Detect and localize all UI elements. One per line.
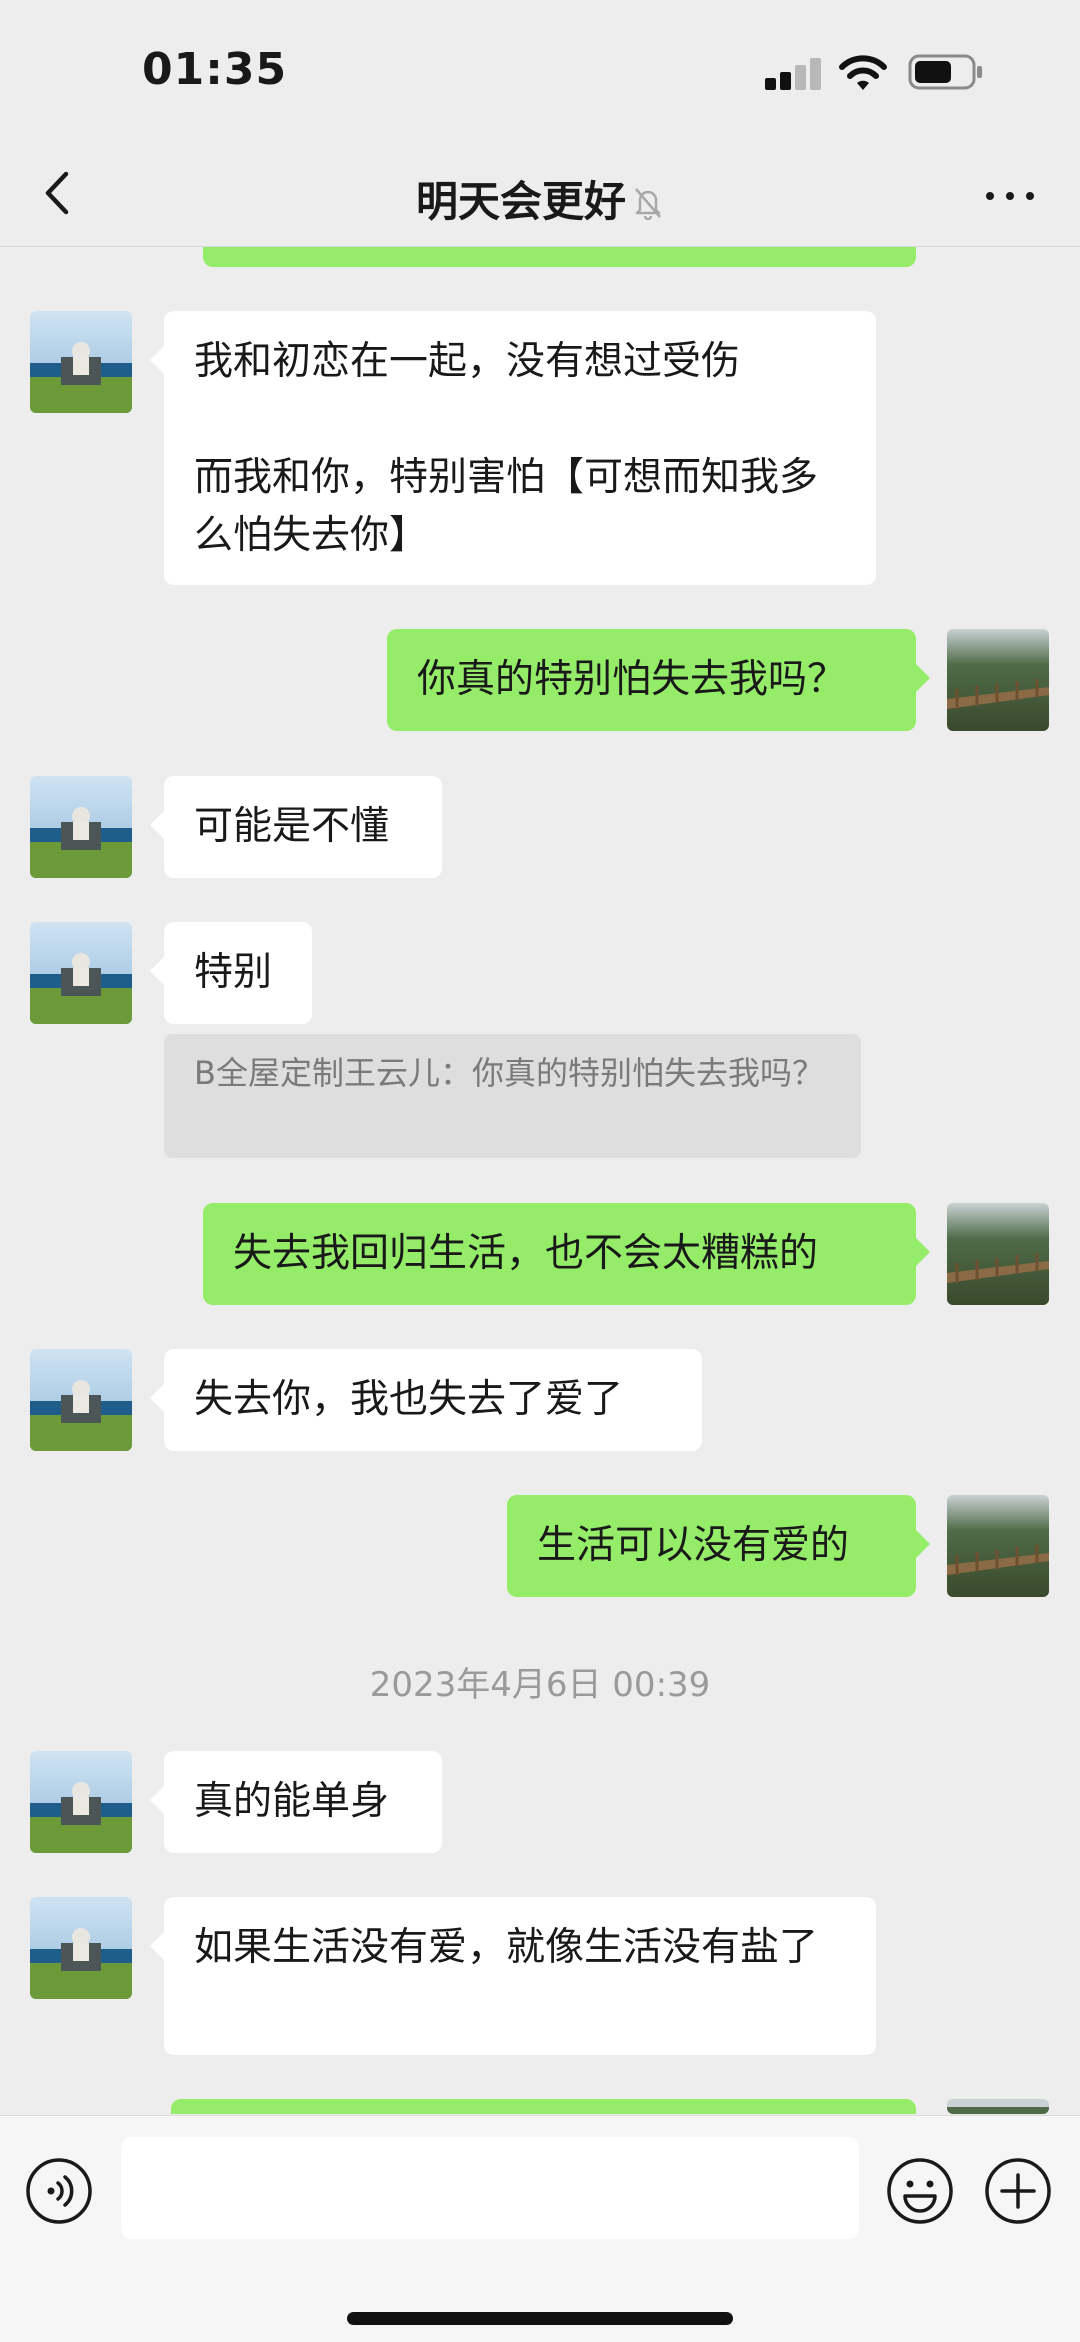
incoming-message[interactable]: 可能是不懂 xyxy=(150,776,442,878)
chat-title-wrap: 明天会更好 xyxy=(0,168,1080,229)
status-bar: 01:35 xyxy=(0,0,1080,140)
incoming-message[interactable]: 特别 xyxy=(150,922,312,1024)
my-avatar[interactable] xyxy=(947,1203,1049,1305)
battery-icon xyxy=(908,54,982,90)
chat-header: 明天会更好 xyxy=(0,140,1080,247)
status-time: 01:35 xyxy=(142,44,288,95)
bell-slash-icon xyxy=(635,188,661,220)
contact-avatar[interactable] xyxy=(30,922,132,1024)
outgoing-message[interactable]: 失去我回归生活，也不会太糟糕的 xyxy=(203,1203,930,1305)
contact-avatar[interactable] xyxy=(30,1349,132,1451)
home-indicator[interactable] xyxy=(347,2312,733,2325)
incoming-message[interactable]: 我和初恋在一起，没有想过受伤 而我和你，特别害怕【可想而知我多么怕失去你】 xyxy=(150,311,876,585)
my-avatar[interactable] xyxy=(947,1495,1049,1597)
incoming-message[interactable]: 真的能单身 xyxy=(150,1751,442,1853)
incoming-message[interactable]: 失去你，我也失去了爱了 xyxy=(150,1349,702,1451)
message-input-bar xyxy=(0,2115,1080,2342)
message-timestamp: 2023年4月6日 00:39 xyxy=(369,1665,711,1705)
contact-avatar[interactable] xyxy=(30,311,132,413)
more-options-button[interactable] xyxy=(980,170,1040,220)
contact-avatar[interactable] xyxy=(30,776,132,878)
outgoing-message[interactable]: 你真的特别怕失去我吗？ xyxy=(387,629,930,731)
message-list[interactable]: 我和初恋在一起，没有想过受伤 而我和你，特别害怕【可想而知我多么怕失去你】 你真… xyxy=(0,247,1080,2114)
voice-icon[interactable] xyxy=(24,2156,94,2226)
message-input[interactable] xyxy=(121,2137,859,2239)
emoji-icon[interactable] xyxy=(885,2156,955,2226)
quoted-message[interactable]: B全屋定制王云儿：你真的特别怕失去我吗？ xyxy=(164,1034,861,1158)
contact-avatar[interactable] xyxy=(30,1897,132,1999)
chat-title: 明天会更好 xyxy=(415,177,626,226)
plus-icon[interactable] xyxy=(983,2156,1053,2226)
contact-avatar[interactable] xyxy=(30,1751,132,1853)
wifi-icon xyxy=(839,55,887,90)
partial-outgoing-bubble xyxy=(171,2099,916,2114)
my-avatar[interactable] xyxy=(947,629,1049,731)
cellular-signal-icon xyxy=(765,58,823,90)
incoming-message[interactable]: 如果生活没有爱，就像生活没有盐了 xyxy=(150,1897,876,2055)
ellipsis-icon xyxy=(986,192,994,200)
outgoing-message[interactable]: 生活可以没有爱的 xyxy=(507,1495,930,1597)
my-avatar xyxy=(947,2099,1049,2114)
partial-outgoing-bubble xyxy=(203,247,916,267)
